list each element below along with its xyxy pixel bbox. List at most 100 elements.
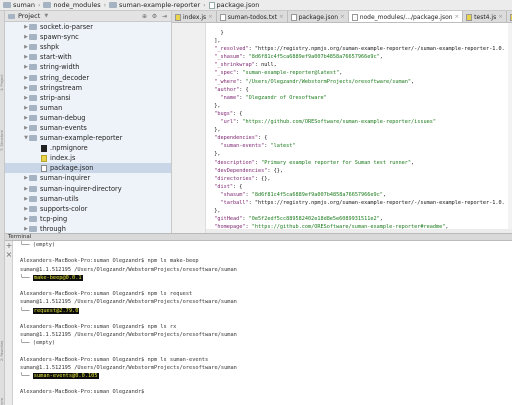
tree-item[interactable]: ▼ suman-example-reporter [5, 133, 171, 143]
terminal-title: Terminal [8, 234, 32, 240]
folder-icon [29, 84, 37, 91]
tree-item[interactable]: ▶ tcp-ping [5, 214, 171, 224]
file-icon [41, 144, 47, 152]
tree-item-label: tcp-ping [40, 214, 68, 223]
tree-item[interactable]: ▶ string-width [5, 62, 171, 72]
terminal-highlight: make-beep@0.0.1 [32, 274, 83, 281]
file-icon [351, 13, 358, 21]
close-icon[interactable]: × [279, 14, 284, 20]
chevron-down-icon[interactable]: ▼ [43, 13, 49, 19]
tree-item[interactable]: ▶ socket.io-parser [5, 22, 171, 32]
folder-icon [29, 135, 37, 142]
code-line: "gitHead": "0e5f2edf5cc889582402e18d8e5e… [214, 216, 383, 223]
folder-icon [29, 94, 37, 101]
tree-item[interactable]: ▶ string_decoder [5, 72, 171, 82]
terminal-line: suman@1.1.512195 /Users/Olegzandr/Websto… [20, 298, 512, 306]
code-line: }, [208, 102, 221, 109]
tree-item-label: package.json [50, 164, 94, 173]
breadcrumb-item[interactable]: suman-example-reporter [108, 1, 201, 9]
editor-tab[interactable]: one.test.js× [507, 11, 512, 22]
code-line: "_resolved": "https://registry.npmjs.org… [214, 46, 505, 53]
folder-icon [108, 2, 117, 8]
editor-tab[interactable]: index.js × [172, 11, 217, 22]
tree-item[interactable]: ▶ suman-events [5, 123, 171, 133]
terminal-line: └── (empty) [20, 241, 512, 249]
file-icon [41, 164, 47, 172]
terminal-text: Alexanders-MacBook-Pro:suman Olegzandr$ … [20, 291, 193, 298]
terminal-highlight: request@2.79.0 [32, 307, 80, 314]
editor-tab[interactable]: test4.js × [463, 11, 507, 22]
terminal-text: Alexanders-MacBook-Pro:suman Olegzandr$ [20, 389, 148, 396]
editor-vertical-scrollbar[interactable] [508, 23, 512, 233]
tree-item[interactable]: ▶ strip-ansi [5, 93, 171, 103]
tree-item-label: through [40, 224, 66, 233]
terminal-text: suman@1.1.512195 /Users/Olegzandr/Websto… [20, 266, 237, 273]
terminal-highlight: suman-events@0.0.105 [32, 373, 99, 379]
code-line: "directories": {}, [214, 175, 271, 182]
breadcrumb-label: suman-example-reporter [118, 1, 201, 9]
terminal-text: suman@1.1.512195 /Users/Olegzandr/Websto… [20, 332, 237, 339]
tree-item[interactable]: ▶ start-with [5, 52, 171, 62]
tree-item-label: string-width [40, 63, 80, 72]
gear-icon[interactable]: ⚙ [151, 13, 158, 20]
close-icon[interactable]: × [455, 14, 460, 20]
code-line: }, [208, 127, 221, 134]
folder-icon [29, 185, 37, 192]
hide-icon[interactable]: ⇥ [161, 13, 168, 20]
folder-icon [29, 195, 37, 202]
close-icon[interactable]: × [5, 250, 13, 259]
close-icon[interactable]: × [208, 14, 213, 20]
tree-item-label: suman-inquirer [40, 174, 91, 183]
terminal-header: Terminal [5, 233, 512, 241]
terminal-toolbar: + × [5, 241, 13, 405]
close-icon[interactable]: × [340, 14, 345, 20]
close-icon[interactable]: × [498, 14, 503, 20]
tree-item[interactable]: index.js [5, 153, 171, 163]
tree-item[interactable]: ▶ through [5, 224, 171, 233]
breadcrumb-item[interactable]: node_modules [43, 1, 101, 9]
terminal-line: └── request@2.79.0 [20, 307, 512, 315]
code-content[interactable]: } ], "_resolved": "https://registry.npmj… [208, 29, 510, 233]
tree-item[interactable]: ▶ spawn-sync [5, 32, 171, 42]
add-icon[interactable]: + [5, 241, 13, 250]
terminal-output[interactable]: └── (empty) Alexanders-MacBook-Pro:suman … [13, 241, 512, 405]
editor-tab[interactable]: package.json × [288, 11, 349, 22]
editor-tabs: index.js × suman-todos.txt × package.json × no… [172, 11, 512, 23]
breadcrumb-item[interactable]: package.json [208, 1, 259, 9]
sync-icon[interactable]: ⊕ [141, 13, 148, 20]
breadcrumb-item[interactable]: suman [3, 1, 35, 9]
tree-item[interactable]: ▶ supports-color [5, 204, 171, 214]
breadcrumb-separator-icon: › [37, 1, 41, 9]
code-editor[interactable]: } ], "_resolved": "https://registry.npmj… [172, 23, 512, 233]
tree-item[interactable]: ▶ sshpk [5, 42, 171, 52]
code-line: "bugs": { [214, 110, 243, 117]
editor-tab[interactable]: node_modules/.../package.json × [348, 11, 464, 22]
tree-item[interactable]: package.json [5, 163, 171, 174]
folder-icon [29, 74, 37, 81]
tab-label: package.json [298, 13, 339, 21]
folder-icon [29, 225, 37, 232]
terminal-text: Alexanders-MacBook-Pro:suman Olegzandr$ … [20, 356, 209, 363]
code-line: "dependencies": { [214, 135, 268, 142]
terminal-line: Alexanders-MacBook-Pro:suman Olegzandr$ … [20, 323, 512, 331]
tree-item[interactable]: ▶ suman-inquirer [5, 173, 171, 183]
tree-item[interactable]: .npmignore [5, 143, 171, 153]
tree-item[interactable]: ▶ suman-utils [5, 194, 171, 204]
tree-item[interactable]: ▶ suman [5, 103, 171, 113]
tree-item[interactable]: ▶ stringstream [5, 83, 171, 93]
folder-icon [29, 24, 37, 31]
tree-item-label: index.js [50, 154, 76, 163]
tree-item[interactable]: ▶ suman-inquirer-directory [5, 184, 171, 194]
project-panel-title[interactable]: Project [18, 12, 40, 20]
tree-item-label: sshpk [40, 43, 60, 52]
folder-icon [29, 124, 37, 131]
editor-tab[interactable]: suman-todos.txt × [217, 11, 288, 22]
code-line: }, [208, 208, 221, 215]
tree-item[interactable]: ▶ suman-debug [5, 113, 171, 123]
folder-icon [43, 2, 52, 8]
tab-label: suman-todos.txt [227, 13, 277, 21]
terminal-line: Alexanders-MacBook-Pro:suman Olegzandr$ … [20, 257, 512, 265]
breadcrumb-separator-icon: › [203, 1, 206, 9]
